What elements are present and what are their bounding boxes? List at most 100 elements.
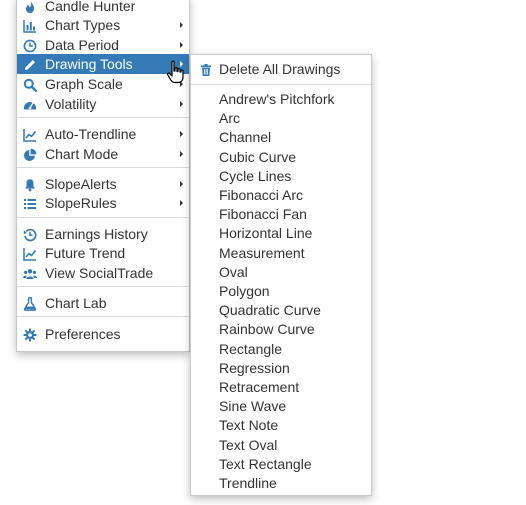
menu-item-preferences[interactable]: Preferences [17, 324, 189, 344]
menu-item-label: Candle Hunter [45, 0, 136, 14]
submenu-arrow-icon [180, 200, 183, 206]
drawing-tool-label: Rainbow Curve [219, 321, 315, 338]
drawing-tool-label: Retracement [219, 379, 300, 395]
drawing-tool-oval[interactable]: Oval [191, 262, 371, 282]
drawing-tool-channel[interactable]: Channel [191, 127, 371, 147]
drawing-tool-rectangle[interactable]: Rectangle [191, 339, 371, 359]
magnifier-icon [23, 77, 37, 92]
drawing-tool-text-oval[interactable]: Text Oval [191, 435, 371, 455]
drawing-tool-horizontal-line[interactable]: Horizontal Line [191, 223, 371, 243]
drawing-tool-label: Trendline [219, 475, 277, 491]
line-chart-icon [23, 246, 37, 261]
bar-chart-icon [23, 18, 37, 33]
drawing-tool-polygon[interactable]: Polygon [191, 281, 371, 301]
menu-item-label: SlopeRules [45, 195, 117, 211]
gear-icon [23, 327, 37, 342]
menu-item-label: Chart Types [45, 17, 121, 33]
menu-divider [17, 167, 189, 168]
drawing-tool-label: Fibonacci Arc [219, 187, 304, 203]
menu-item-label: Preferences [45, 326, 121, 342]
submenu-arrow-icon [180, 151, 183, 157]
trash-icon [199, 62, 213, 76]
clock-icon [23, 38, 37, 53]
history-icon [23, 227, 37, 242]
users-icon [23, 266, 37, 280]
drawing-tool-label: Sine Wave [219, 398, 287, 415]
menu-item-chart-mode[interactable]: Chart Mode [17, 144, 189, 164]
submenu-arrow-icon [180, 181, 183, 187]
menu-item-label: Drawing Tools [45, 56, 133, 72]
drawing-tool-trendline[interactable]: Trendline [191, 473, 371, 493]
drawing-tool-sine-wave[interactable]: Sine Wave [191, 396, 371, 416]
menu-item-future-trend[interactable]: Future Trend [17, 243, 189, 263]
menu-divider [17, 217, 189, 218]
gauge-icon [23, 97, 37, 111]
hand-pointer-cursor-icon [166, 60, 184, 84]
drawing-tool-andrew-s-pitchfork[interactable]: Andrew's Pitchfork [191, 89, 371, 109]
drawing-tool-label: Regression [219, 359, 290, 376]
menu-item-label: View SocialTrade [45, 265, 154, 281]
list-icon [23, 196, 37, 210]
menu-item-label: Chart Mode [45, 146, 119, 162]
menu-item-sloperules[interactable]: SlopeRules [17, 193, 189, 213]
menu-item-chart-lab[interactable]: Chart Lab [17, 293, 189, 313]
menu-item-slopealerts[interactable]: SlopeAlerts [17, 174, 189, 194]
menu-item-label: SlopeAlerts [45, 176, 117, 192]
drawing-tool-rainbow-curve[interactable]: Rainbow Curve [191, 319, 371, 339]
menu-item-data-period[interactable]: Data Period [17, 35, 189, 55]
pencil-icon [23, 57, 37, 71]
menu-item-label: Graph Scale [45, 76, 123, 92]
drawing-tool-fibonacci-arc[interactable]: Fibonacci Arc [191, 185, 371, 205]
menu-item-drawing-tools[interactable]: Drawing Tools [17, 54, 189, 74]
drawing-tool-label: Text Oval [219, 436, 278, 453]
drawing-tool-retracement[interactable]: Retracement [191, 377, 371, 397]
flame-icon [23, 0, 37, 13]
drawing-tools-submenu: Delete All Drawings Andrew's Pitchfork Arc… [190, 54, 372, 496]
drawing-tool-label: Fibonacci Fan [219, 206, 307, 223]
drawing-tool-cycle-lines[interactable]: Cycle Lines [191, 166, 371, 186]
pie-chart-icon [23, 147, 37, 161]
menu-item-label: Auto-Trendline [45, 126, 137, 142]
drawing-tool-label: Channel [219, 129, 272, 146]
drawing-tool-label: Cubic Curve [219, 148, 297, 165]
drawing-tool-quadratic-curve[interactable]: Quadratic Curve [191, 300, 371, 320]
menu-divider [17, 117, 189, 118]
menu-item-label: Chart Lab [45, 295, 107, 311]
drawing-tool-label: Rectangle [219, 340, 283, 357]
drawing-tool-cubic-curve[interactable]: Cubic Curve [191, 147, 371, 167]
drawing-tool-text-rectangle[interactable]: Text Rectangle [191, 454, 371, 474]
drawing-tool-text-note[interactable]: Text Note [191, 415, 371, 435]
menu-divider [191, 84, 371, 85]
drawing-tool-label: Text Note [219, 417, 279, 434]
bell-icon [23, 177, 37, 192]
menu-item-chart-types[interactable]: Chart Types [17, 15, 189, 35]
drawing-tool-label: Andrew's Pitchfork [219, 91, 335, 107]
drawing-tool-fibonacci-fan[interactable]: Fibonacci Fan [191, 204, 371, 224]
menu-item-graph-scale[interactable]: Graph Scale [17, 74, 189, 94]
drawing-tool-regression[interactable]: Regression [191, 358, 371, 378]
drawing-tool-measurement[interactable]: Measurement [191, 243, 371, 263]
submenu-arrow-icon [180, 22, 183, 28]
menu-item-view-socialtrade[interactable]: View SocialTrade [17, 263, 189, 283]
submenu-arrow-icon [180, 42, 183, 48]
delete-all-drawings-item[interactable]: Delete All Drawings [191, 59, 371, 79]
menu-divider [17, 286, 189, 287]
drawing-tool-arc[interactable]: Arc [191, 108, 371, 128]
menu-item-label: Data Period [45, 37, 119, 53]
menu-item-label: Volatility [45, 96, 97, 112]
delete-all-drawings-label: Delete All Drawings [219, 61, 341, 77]
menu-divider [17, 316, 189, 317]
flask-icon [23, 296, 37, 311]
menu-item-auto-trendline[interactable]: Auto-Trendline [17, 124, 189, 144]
drawing-tool-label: Text Rectangle [219, 455, 312, 472]
drawing-tool-label: Horizontal Line [219, 225, 313, 242]
drawing-tool-label: Measurement [219, 244, 305, 261]
menu-item-candle-hunter[interactable]: Candle Hunter [17, 0, 189, 16]
menu-item-volatility[interactable]: Volatility [17, 94, 189, 114]
drawing-tool-label: Cycle Lines [219, 167, 292, 184]
menu-item-label: Earnings History [45, 226, 148, 242]
menu-item-label: Future Trend [45, 245, 126, 261]
menu-item-earnings-history[interactable]: Earnings History [17, 224, 189, 244]
line-chart-icon [23, 127, 37, 142]
drawing-tool-label: Oval [219, 263, 248, 280]
